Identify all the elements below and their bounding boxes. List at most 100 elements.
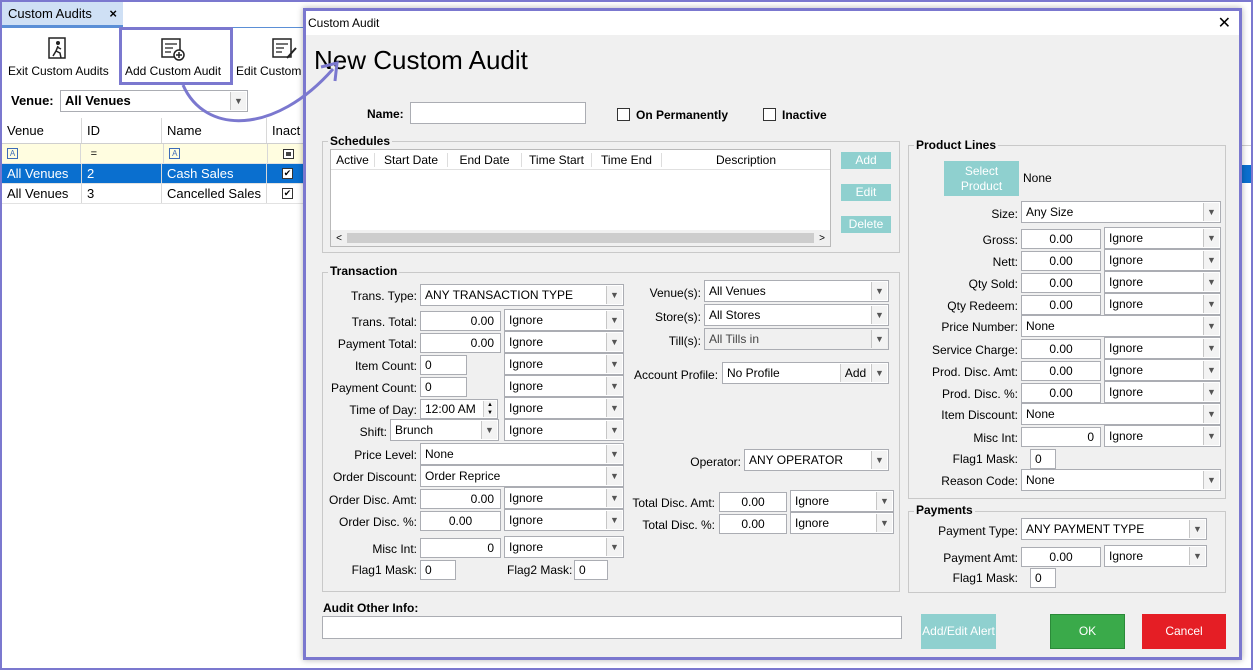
- filter-name[interactable]: A: [164, 144, 268, 163]
- chevron-down-icon[interactable]: ▼: [871, 306, 887, 324]
- nett-input[interactable]: 0.00: [1021, 251, 1101, 271]
- order-disc-amt-input[interactable]: 0.00: [420, 489, 501, 509]
- payment-count-op-select[interactable]: Ignore ▼: [504, 375, 624, 397]
- nett-op-select[interactable]: Ignore ▼: [1104, 249, 1221, 271]
- exit-custom-audits-button[interactable]: Exit Custom Audits: [8, 36, 109, 78]
- ok-button[interactable]: OK: [1050, 614, 1125, 649]
- chevron-down-icon[interactable]: ▼: [606, 377, 622, 395]
- chevron-down-icon[interactable]: ▼: [606, 538, 622, 556]
- chevron-down-icon[interactable]: ▼: [1203, 405, 1219, 423]
- time-of-day-op-select[interactable]: Ignore ▼: [504, 397, 624, 419]
- col-start-date[interactable]: Start Date: [375, 152, 448, 167]
- chevron-down-icon[interactable]: ▼: [606, 467, 622, 485]
- qty-redeem-op-select[interactable]: Ignore ▼: [1104, 293, 1221, 315]
- prod-disc-pct-op-select[interactable]: Ignore ▼: [1104, 381, 1221, 403]
- chevron-down-icon[interactable]: ▼: [1203, 273, 1219, 291]
- tab-custom-audits[interactable]: Custom Audits ×: [2, 2, 123, 27]
- col-end-date[interactable]: End Date: [448, 152, 522, 167]
- pl-flag1-mask-input[interactable]: 0: [1030, 449, 1056, 469]
- size-select[interactable]: Any Size ▼: [1021, 201, 1221, 223]
- payment-type-select[interactable]: ANY PAYMENT TYPE ▼: [1021, 518, 1207, 540]
- chevron-down-icon[interactable]: ▼: [1189, 520, 1205, 538]
- item-count-op-select[interactable]: Ignore ▼: [504, 353, 624, 375]
- header-id[interactable]: ID: [82, 118, 162, 143]
- pl-misc-int-op-select[interactable]: Ignore ▼: [1104, 425, 1221, 447]
- scroll-left-icon[interactable]: <: [331, 233, 347, 244]
- operator-select[interactable]: ANY OPERATOR ▼: [744, 449, 889, 471]
- chevron-down-icon[interactable]: ▼: [481, 421, 497, 439]
- order-discount-select[interactable]: Order Reprice ▼: [420, 465, 624, 487]
- col-time-end[interactable]: Time End: [592, 152, 662, 167]
- order-disc-amt-op-select[interactable]: Ignore ▼: [504, 487, 624, 509]
- prod-disc-amt-op-select[interactable]: Ignore ▼: [1104, 359, 1221, 381]
- col-time-start[interactable]: Time Start: [522, 152, 592, 167]
- chevron-down-icon[interactable]: ▼: [606, 286, 622, 304]
- misc-int-input[interactable]: 0: [420, 538, 501, 558]
- payment-total-op-select[interactable]: Ignore ▼: [504, 331, 624, 353]
- trans-type-select[interactable]: ANY TRANSACTION TYPE ▼: [420, 284, 624, 306]
- chevron-down-icon[interactable]: ▼: [1203, 203, 1219, 221]
- account-profile-add-button[interactable]: Add: [840, 364, 870, 382]
- chevron-down-icon[interactable]: ▼: [876, 514, 892, 532]
- schedule-edit-button[interactable]: Edit: [841, 184, 891, 201]
- col-description[interactable]: Description: [662, 153, 830, 167]
- flag1-mask-input[interactable]: 0: [420, 560, 456, 580]
- filter-venue[interactable]: A: [2, 144, 81, 163]
- shift-select[interactable]: Brunch ▼: [390, 419, 499, 441]
- chevron-down-icon[interactable]: ▼: [1203, 229, 1219, 247]
- tills-select[interactable]: All Tills in ▼: [704, 328, 889, 350]
- chevron-down-icon[interactable]: ▼: [606, 333, 622, 351]
- table-row[interactable]: All Venues 2 Cash Sales ✔: [2, 164, 312, 184]
- add-edit-alert-button[interactable]: Add/Edit Alert: [921, 614, 996, 649]
- chevron-down-icon[interactable]: ▼: [1203, 317, 1219, 335]
- table-row[interactable]: All Venues 3 Cancelled Sales ✔: [2, 184, 312, 204]
- pay-flag1-mask-input[interactable]: 0: [1030, 568, 1056, 588]
- chevron-down-icon[interactable]: ▼: [1203, 251, 1219, 269]
- spinner-icon[interactable]: ▲ ▼: [483, 401, 496, 417]
- chevron-down-icon[interactable]: ▼: [1203, 383, 1219, 401]
- qty-redeem-input[interactable]: 0.00: [1021, 295, 1101, 315]
- service-charge-input[interactable]: 0.00: [1021, 339, 1101, 359]
- chevron-down-icon[interactable]: ▼: [1203, 427, 1219, 445]
- chevron-down-icon[interactable]: ▼: [876, 492, 892, 510]
- dialog-close-icon[interactable]: ✕: [1218, 13, 1231, 33]
- cancel-button[interactable]: Cancel: [1142, 614, 1226, 649]
- schedule-delete-button[interactable]: Delete: [841, 216, 891, 233]
- item-count-input[interactable]: 0: [420, 355, 467, 375]
- prod-disc-amt-input[interactable]: 0.00: [1021, 361, 1101, 381]
- prod-disc-pct-input[interactable]: 0.00: [1021, 383, 1101, 403]
- reason-code-select[interactable]: None ▼: [1021, 469, 1221, 491]
- item-discount-select[interactable]: None ▼: [1021, 403, 1221, 425]
- name-input[interactable]: [410, 102, 586, 124]
- gross-input[interactable]: 0.00: [1021, 229, 1101, 249]
- horizontal-scrollbar[interactable]: < >: [331, 230, 830, 246]
- chevron-down-icon[interactable]: ▼: [871, 451, 887, 469]
- trans-total-input[interactable]: 0.00: [420, 311, 501, 331]
- trans-total-op-select[interactable]: Ignore ▼: [504, 309, 624, 331]
- chevron-down-icon[interactable]: ▼: [1203, 339, 1219, 357]
- total-disc-pct-input[interactable]: 0.00: [719, 514, 787, 534]
- scroll-right-icon[interactable]: >: [814, 233, 830, 244]
- service-charge-op-select[interactable]: Ignore ▼: [1104, 337, 1221, 359]
- chevron-down-icon[interactable]: ▼: [606, 421, 622, 439]
- chevron-down-icon[interactable]: ▼: [606, 445, 622, 463]
- misc-int-op-select[interactable]: Ignore ▼: [504, 536, 624, 558]
- price-level-select[interactable]: None ▼: [420, 443, 624, 465]
- chevron-down-icon[interactable]: ▼: [1203, 471, 1219, 489]
- chevron-down-icon[interactable]: ▼: [606, 489, 622, 507]
- chevron-down-icon[interactable]: ▼: [1203, 361, 1219, 379]
- scrollbar-thumb[interactable]: [347, 233, 814, 243]
- schedule-add-button[interactable]: Add: [841, 152, 891, 169]
- gross-op-select[interactable]: Ignore ▼: [1104, 227, 1221, 249]
- chevron-down-icon[interactable]: ▼: [1203, 295, 1219, 313]
- account-profile-select[interactable]: No Profile Add ▼: [722, 362, 889, 384]
- pl-misc-int-input[interactable]: 0: [1021, 427, 1101, 447]
- time-of-day-input[interactable]: 12:00 AM ▲ ▼: [420, 399, 498, 419]
- venues-select[interactable]: All Venues ▼: [704, 280, 889, 302]
- chevron-down-icon[interactable]: ▼: [606, 511, 622, 529]
- header-venue[interactable]: Venue: [2, 118, 82, 143]
- payment-amt-op-select[interactable]: Ignore ▼: [1104, 545, 1207, 567]
- audit-other-info-input[interactable]: [322, 616, 902, 639]
- chevron-down-icon[interactable]: ▼: [606, 311, 622, 329]
- order-disc-pct-input[interactable]: 0.00: [420, 511, 501, 531]
